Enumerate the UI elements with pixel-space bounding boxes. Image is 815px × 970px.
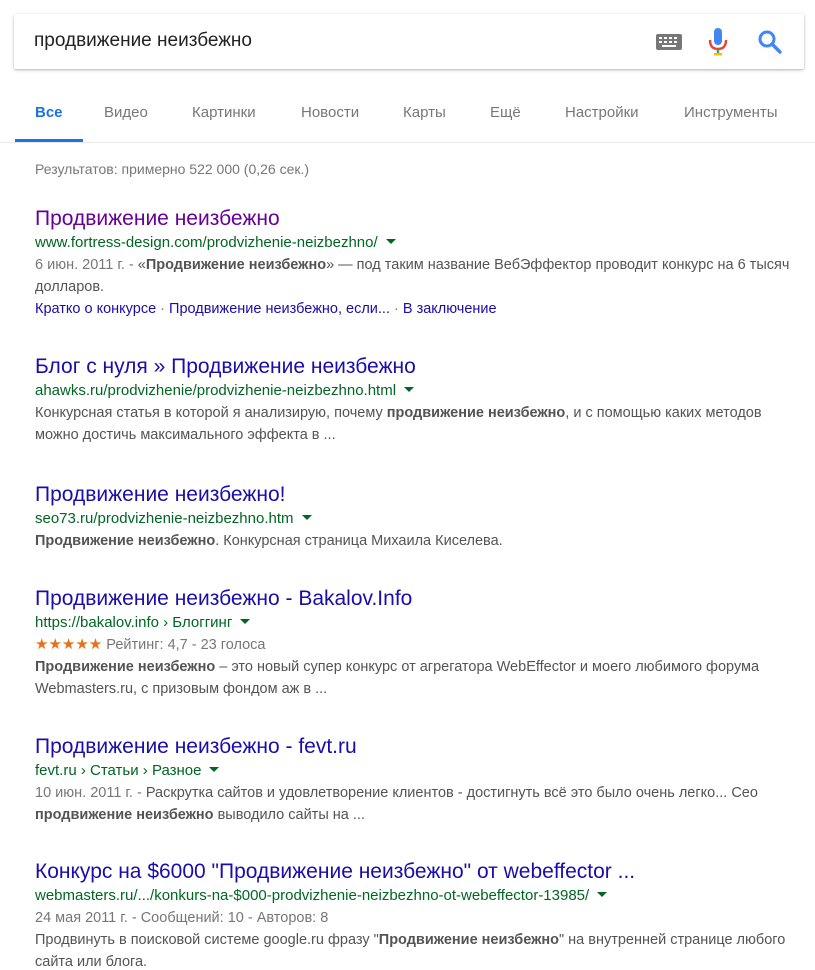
search-result: Продвижение неизбежно - fevt.ru fevt.ru … [35, 734, 795, 826]
result-snippet: 10 июн. 2011 г. - Раскрутка сайтов и удо… [35, 785, 758, 823]
result-title-link[interactable]: Блог с нуля » Продвижение неизбежно [35, 354, 795, 380]
search-result: Продвижение неизбежно www.fortress-desig… [35, 206, 795, 320]
search-result: Продвижение неизбежно - Bakalov.Info htt… [35, 586, 795, 700]
url-dropdown-icon[interactable] [385, 239, 396, 244]
result-title-link[interactable]: Продвижение неизбежно [35, 206, 795, 232]
active-tab-indicator [15, 139, 83, 142]
url-dropdown-icon[interactable] [404, 387, 415, 392]
sitelink[interactable]: Продвижение неизбежно, если... [169, 301, 390, 317]
search-tabs: Все Видео Картинки Новости Карты Ещё Нас… [0, 92, 815, 143]
result-snippet: 6 июн. 2011 г. - «Продвижение неизбежно»… [35, 257, 790, 295]
search-input[interactable]: продвижение неизбежно [34, 29, 252, 53]
result-title-link[interactable]: Конкурс на $6000 "Продвижение неизбежно"… [35, 859, 795, 885]
url-dropdown-icon[interactable] [240, 619, 251, 624]
microphone-icon[interactable] [708, 27, 728, 57]
rating-stars-icon: ★★★★★ [35, 636, 103, 653]
result-date: 10 июн. 2011 г. - [35, 785, 146, 801]
tab-video[interactable]: Видео [104, 103, 148, 123]
result-snippet: Продвинуть в поисковой системе google.ru… [35, 932, 786, 970]
keyboard-icon[interactable] [656, 33, 682, 51]
result-url: seo73.ru/prodvizhenie-neizbezhno.htm [35, 508, 795, 530]
tab-tools[interactable]: Инструменты [684, 103, 778, 123]
search-results-page: продвижение неизбежно Все Видео Картинки… [0, 0, 815, 970]
result-url: www.fortress-design.com/prodvizhenie-nei… [35, 232, 795, 254]
result-snippet: Продвижение неизбежно – это новый супер … [35, 659, 760, 697]
result-title-link[interactable]: Продвижение неизбежно - Bakalov.Info [35, 586, 795, 612]
tab-news[interactable]: Новости [301, 103, 359, 123]
tab-images[interactable]: Картинки [192, 103, 256, 123]
result-title-link[interactable]: Продвижение неизбежно! [35, 482, 795, 508]
sitelink[interactable]: В заключение [403, 301, 497, 317]
result-meta: 24 мая 2011 г. - Сообщений: 10 - Авторов… [35, 910, 329, 926]
result-date: 6 июн. 2011 г. - [35, 257, 138, 273]
result-snippet: Конкурсная статья в которой я анализирую… [35, 405, 762, 443]
result-sitelinks: Кратко о конкурсе · Продвижение неизбежн… [35, 301, 497, 317]
result-stats: Результатов: примерно 522 000 (0,26 сек.… [35, 161, 310, 177]
tab-all[interactable]: Все [35, 103, 63, 123]
result-snippet: Продвижение неизбежно. Конкурсная страни… [35, 533, 503, 549]
result-url: webmasters.ru/.../konkurs-na-$000-prodvi… [35, 885, 795, 907]
search-result: Блог с нуля » Продвижение неизбежно ahaw… [35, 354, 795, 446]
tab-settings[interactable]: Настройки [565, 103, 639, 123]
sitelink[interactable]: Кратко о конкурсе [35, 301, 156, 317]
url-dropdown-icon[interactable] [597, 892, 608, 897]
result-url: fevt.ru › Статьи › Разное [35, 760, 795, 782]
search-result: Продвижение неизбежно! seo73.ru/prodvizh… [35, 482, 795, 552]
search-box[interactable]: продвижение неизбежно [14, 14, 804, 69]
search-result: Конкурс на $6000 "Продвижение неизбежно"… [35, 859, 795, 970]
result-url: https://bakalov.info › Блоггинг [35, 612, 795, 634]
search-icon[interactable] [757, 29, 783, 55]
result-title-link[interactable]: Продвижение неизбежно - fevt.ru [35, 734, 795, 760]
url-dropdown-icon[interactable] [209, 767, 220, 772]
result-rating: ★★★★★ Рейтинг: 4,7 - 23 голоса [35, 636, 266, 653]
tab-maps[interactable]: Карты [403, 103, 446, 123]
url-dropdown-icon[interactable] [301, 515, 312, 520]
tab-more[interactable]: Ещё [490, 103, 521, 123]
result-url: ahawks.ru/prodvizhenie/prodvizhenie-neiz… [35, 380, 795, 402]
